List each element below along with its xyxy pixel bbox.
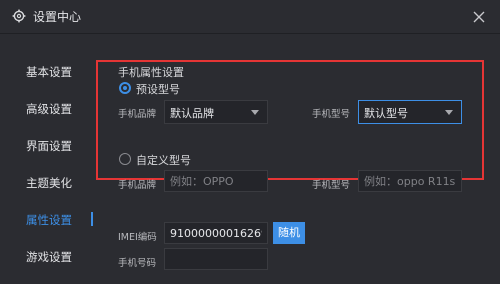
phone-number-input[interactable] [164, 248, 268, 270]
sidebar-item-interface[interactable]: 界面设置 [0, 132, 96, 160]
custom-model-radio[interactable] [119, 153, 131, 165]
window-title: 设置中心 [33, 10, 82, 24]
sidebar-item-label: 属性设置 [26, 213, 72, 227]
settings-gear-icon [12, 9, 26, 23]
random-imei-button[interactable]: 随机 [273, 222, 305, 244]
custom-model-label[interactable]: 自定义型号 [136, 152, 191, 168]
preset-brand-select[interactable]: 默认品牌 [164, 100, 268, 124]
custom-model-field-label: 手机型号 [312, 180, 351, 191]
section-title: 手机属性设置 [118, 66, 184, 79]
chevron-down-icon [445, 110, 453, 115]
sidebar-item-basic[interactable]: 基本设置 [0, 58, 96, 86]
close-icon[interactable] [468, 6, 490, 28]
preset-brand-value: 默认品牌 [170, 107, 214, 120]
preset-model-field-label: 手机型号 [312, 109, 351, 120]
custom-brand-input[interactable] [164, 170, 268, 192]
sidebar-item-game[interactable]: 游戏设置 [0, 243, 96, 271]
sidebar-item-properties[interactable]: 属性设置 [0, 206, 96, 234]
sidebar-item-theme[interactable]: 主题美化 [0, 169, 96, 197]
imei-label: IMEI编码 [118, 232, 157, 243]
preset-model-select[interactable]: 默认型号 [358, 100, 462, 124]
title-bar: 设置中心 [0, 0, 500, 34]
settings-sidebar: 基本设置 高级设置 界面设置 主题美化 属性设置 游戏设置 [0, 34, 96, 284]
sidebar-item-label: 界面设置 [26, 139, 72, 153]
custom-brand-label: 手机品牌 [118, 180, 157, 191]
phone-number-label: 手机号码 [118, 258, 157, 269]
preset-model-value: 默认型号 [364, 107, 408, 120]
chevron-down-icon [251, 110, 259, 115]
custom-model-input[interactable] [358, 170, 462, 192]
preset-model-label[interactable]: 预设型号 [136, 81, 180, 97]
preset-brand-label: 手机品牌 [118, 109, 157, 120]
active-indicator [91, 212, 93, 226]
sidebar-item-label: 主题美化 [26, 176, 72, 190]
sidebar-item-label: 高级设置 [26, 102, 72, 116]
sidebar-item-label: 游戏设置 [26, 250, 72, 264]
properties-panel: 手机属性设置 预设型号 手机品牌 默认品牌 手机型号 默认型号 自定义型号 手机… [96, 34, 500, 284]
sidebar-item-advanced[interactable]: 高级设置 [0, 95, 96, 123]
sidebar-item-label: 基本设置 [26, 65, 72, 79]
preset-model-radio[interactable] [119, 82, 131, 94]
imei-input[interactable] [164, 222, 268, 244]
